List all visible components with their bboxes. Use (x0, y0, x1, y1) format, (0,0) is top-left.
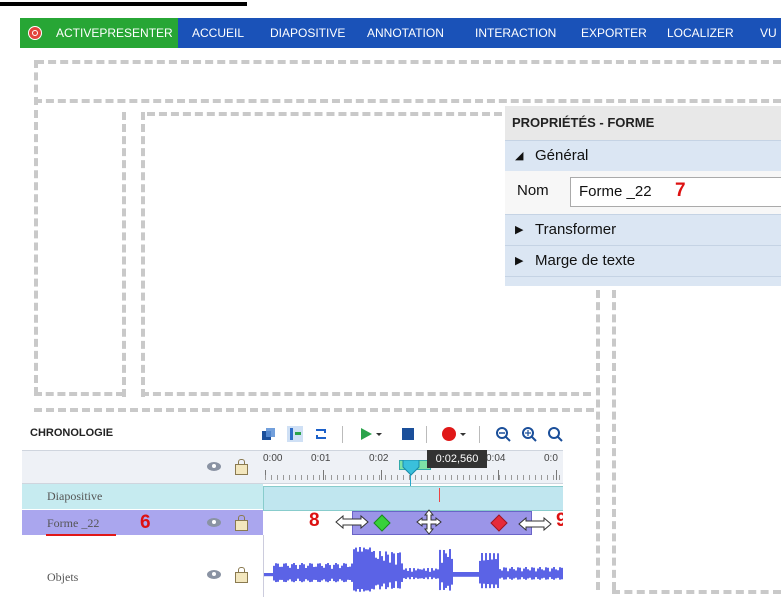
timeline-panel: CHRONOLOGIE 0:00 0:01 0:02 0:04 0:0 0:02… (22, 420, 563, 597)
lock-all-icon[interactable] (235, 459, 248, 475)
canvas-dashed-border (147, 112, 502, 116)
section-transformer-label: Transformer (535, 221, 617, 238)
section-transformer[interactable]: ▶ Transformer (505, 214, 781, 245)
stop-icon[interactable] (400, 426, 416, 442)
audio-track[interactable] (263, 535, 563, 597)
callout-6: 6 (140, 512, 151, 533)
canvas-dashed-border (141, 392, 591, 396)
section-general-label: Général (535, 147, 589, 164)
end-keyframe-icon[interactable] (490, 514, 508, 532)
ruler-tick-label: 0:00 (263, 453, 283, 464)
collapse-triangle-icon: ◢ (515, 150, 524, 162)
toolbar-separator (342, 426, 343, 443)
top-border-line (0, 2, 247, 6)
record-icon[interactable] (441, 426, 457, 442)
canvas-dashed-border (36, 60, 781, 64)
canvas-dashed-border (141, 112, 145, 397)
slide-marker (439, 488, 440, 502)
expand-triangle-icon: ▶ (515, 255, 524, 267)
zoom-out-icon[interactable] (495, 426, 511, 442)
canvas-dashed-border (612, 590, 781, 594)
tab-vue[interactable]: VU (760, 18, 777, 48)
visibility-eye-icon[interactable] (207, 570, 221, 579)
loop-icon[interactable] (313, 426, 329, 442)
ruler-tick-label: 0:04 (486, 453, 506, 464)
name-label: Nom (517, 182, 549, 199)
resize-right-arrow-icon[interactable] (517, 516, 553, 532)
toolbar-separator (426, 426, 427, 443)
tab-diapositive[interactable]: DIAPOSITIVE (270, 18, 345, 48)
snap-icon[interactable] (287, 426, 303, 442)
canvas-dashed-border (34, 408, 594, 412)
ribbon-bar: ACTIVEPRESENTER ACCUEIL DIAPOSITIVE ANNO… (20, 18, 781, 48)
row-label-forme-22: Forme _22 (47, 516, 100, 530)
canvas-dashed-border (612, 290, 616, 590)
properties-panel: PROPRIÉTÉS - FORME ◢ Général Nom Forme _… (505, 106, 781, 286)
timeline-title: CHRONOLOGIE (30, 427, 114, 439)
tab-exporter[interactable]: EXPORTER (581, 18, 647, 48)
lock-icon[interactable] (235, 567, 248, 583)
app-menu-button[interactable]: ACTIVEPRESENTER (20, 18, 178, 48)
audio-waveform (264, 547, 563, 592)
play-icon[interactable] (358, 426, 374, 442)
section-general[interactable]: ◢ Général (505, 140, 781, 171)
app-menu-label: ACTIVEPRESENTER (56, 26, 173, 40)
row-label-diapositive: Diapositive (47, 489, 103, 503)
callout-8: 8 (309, 510, 320, 531)
canvas-dashed-border (122, 112, 126, 397)
callout-7: 7 (675, 180, 686, 201)
slide-duration-bar[interactable] (263, 486, 563, 511)
play-options-chevron-down-icon[interactable] (374, 426, 384, 442)
playhead-time-tooltip: 0:02,560 (427, 450, 487, 468)
layers-icon[interactable] (261, 426, 277, 442)
callout-9: 9 (556, 510, 563, 531)
tab-interaction[interactable]: INTERACTION (475, 18, 556, 48)
section-partial (505, 276, 781, 286)
visibility-eye-icon[interactable] (207, 518, 221, 527)
tab-annotation[interactable]: ANNOTATION (367, 18, 444, 48)
playhead-handle-icon[interactable] (401, 460, 421, 476)
canvas-dashed-border (34, 392, 124, 396)
zoom-fit-icon[interactable] (521, 426, 537, 442)
row-label-objets: Objets (47, 570, 79, 584)
section-marge-label: Marge de texte (535, 252, 636, 269)
start-keyframe-icon[interactable] (373, 514, 391, 532)
lock-icon[interactable] (235, 515, 248, 531)
canvas-dashed-border (34, 99, 781, 103)
section-marge-de-texte[interactable]: ▶ Marge de texte (505, 245, 781, 276)
ruler-tick-label: 0:01 (311, 453, 331, 464)
expand-triangle-icon: ▶ (515, 224, 524, 236)
tab-accueil[interactable]: ACCUEIL (192, 18, 244, 48)
ruler-tick-label: 0:0 (544, 453, 558, 464)
canvas-dashed-border (596, 290, 600, 590)
ruler-tick-label: 0:02 (369, 453, 389, 464)
zoom-in-icon[interactable] (547, 426, 563, 442)
timeline-row-forme-22[interactable]: Forme _22 6 (22, 510, 263, 535)
toolbar-separator (479, 426, 480, 443)
canvas-dashed-border (34, 110, 38, 395)
timeline-row-diapositive[interactable]: Diapositive (22, 484, 263, 509)
visibility-eye-icon[interactable] (207, 462, 221, 471)
properties-title: PROPRIÉTÉS - FORME (505, 106, 781, 140)
timeline-row-objets[interactable]: Objets (22, 536, 263, 597)
record-options-chevron-down-icon[interactable] (458, 426, 468, 442)
resize-left-arrow-icon[interactable] (334, 514, 370, 530)
tab-localizer[interactable]: LOCALIZER (667, 18, 734, 48)
move-cursor-icon[interactable] (416, 509, 442, 535)
activepresenter-logo-icon (28, 26, 42, 40)
